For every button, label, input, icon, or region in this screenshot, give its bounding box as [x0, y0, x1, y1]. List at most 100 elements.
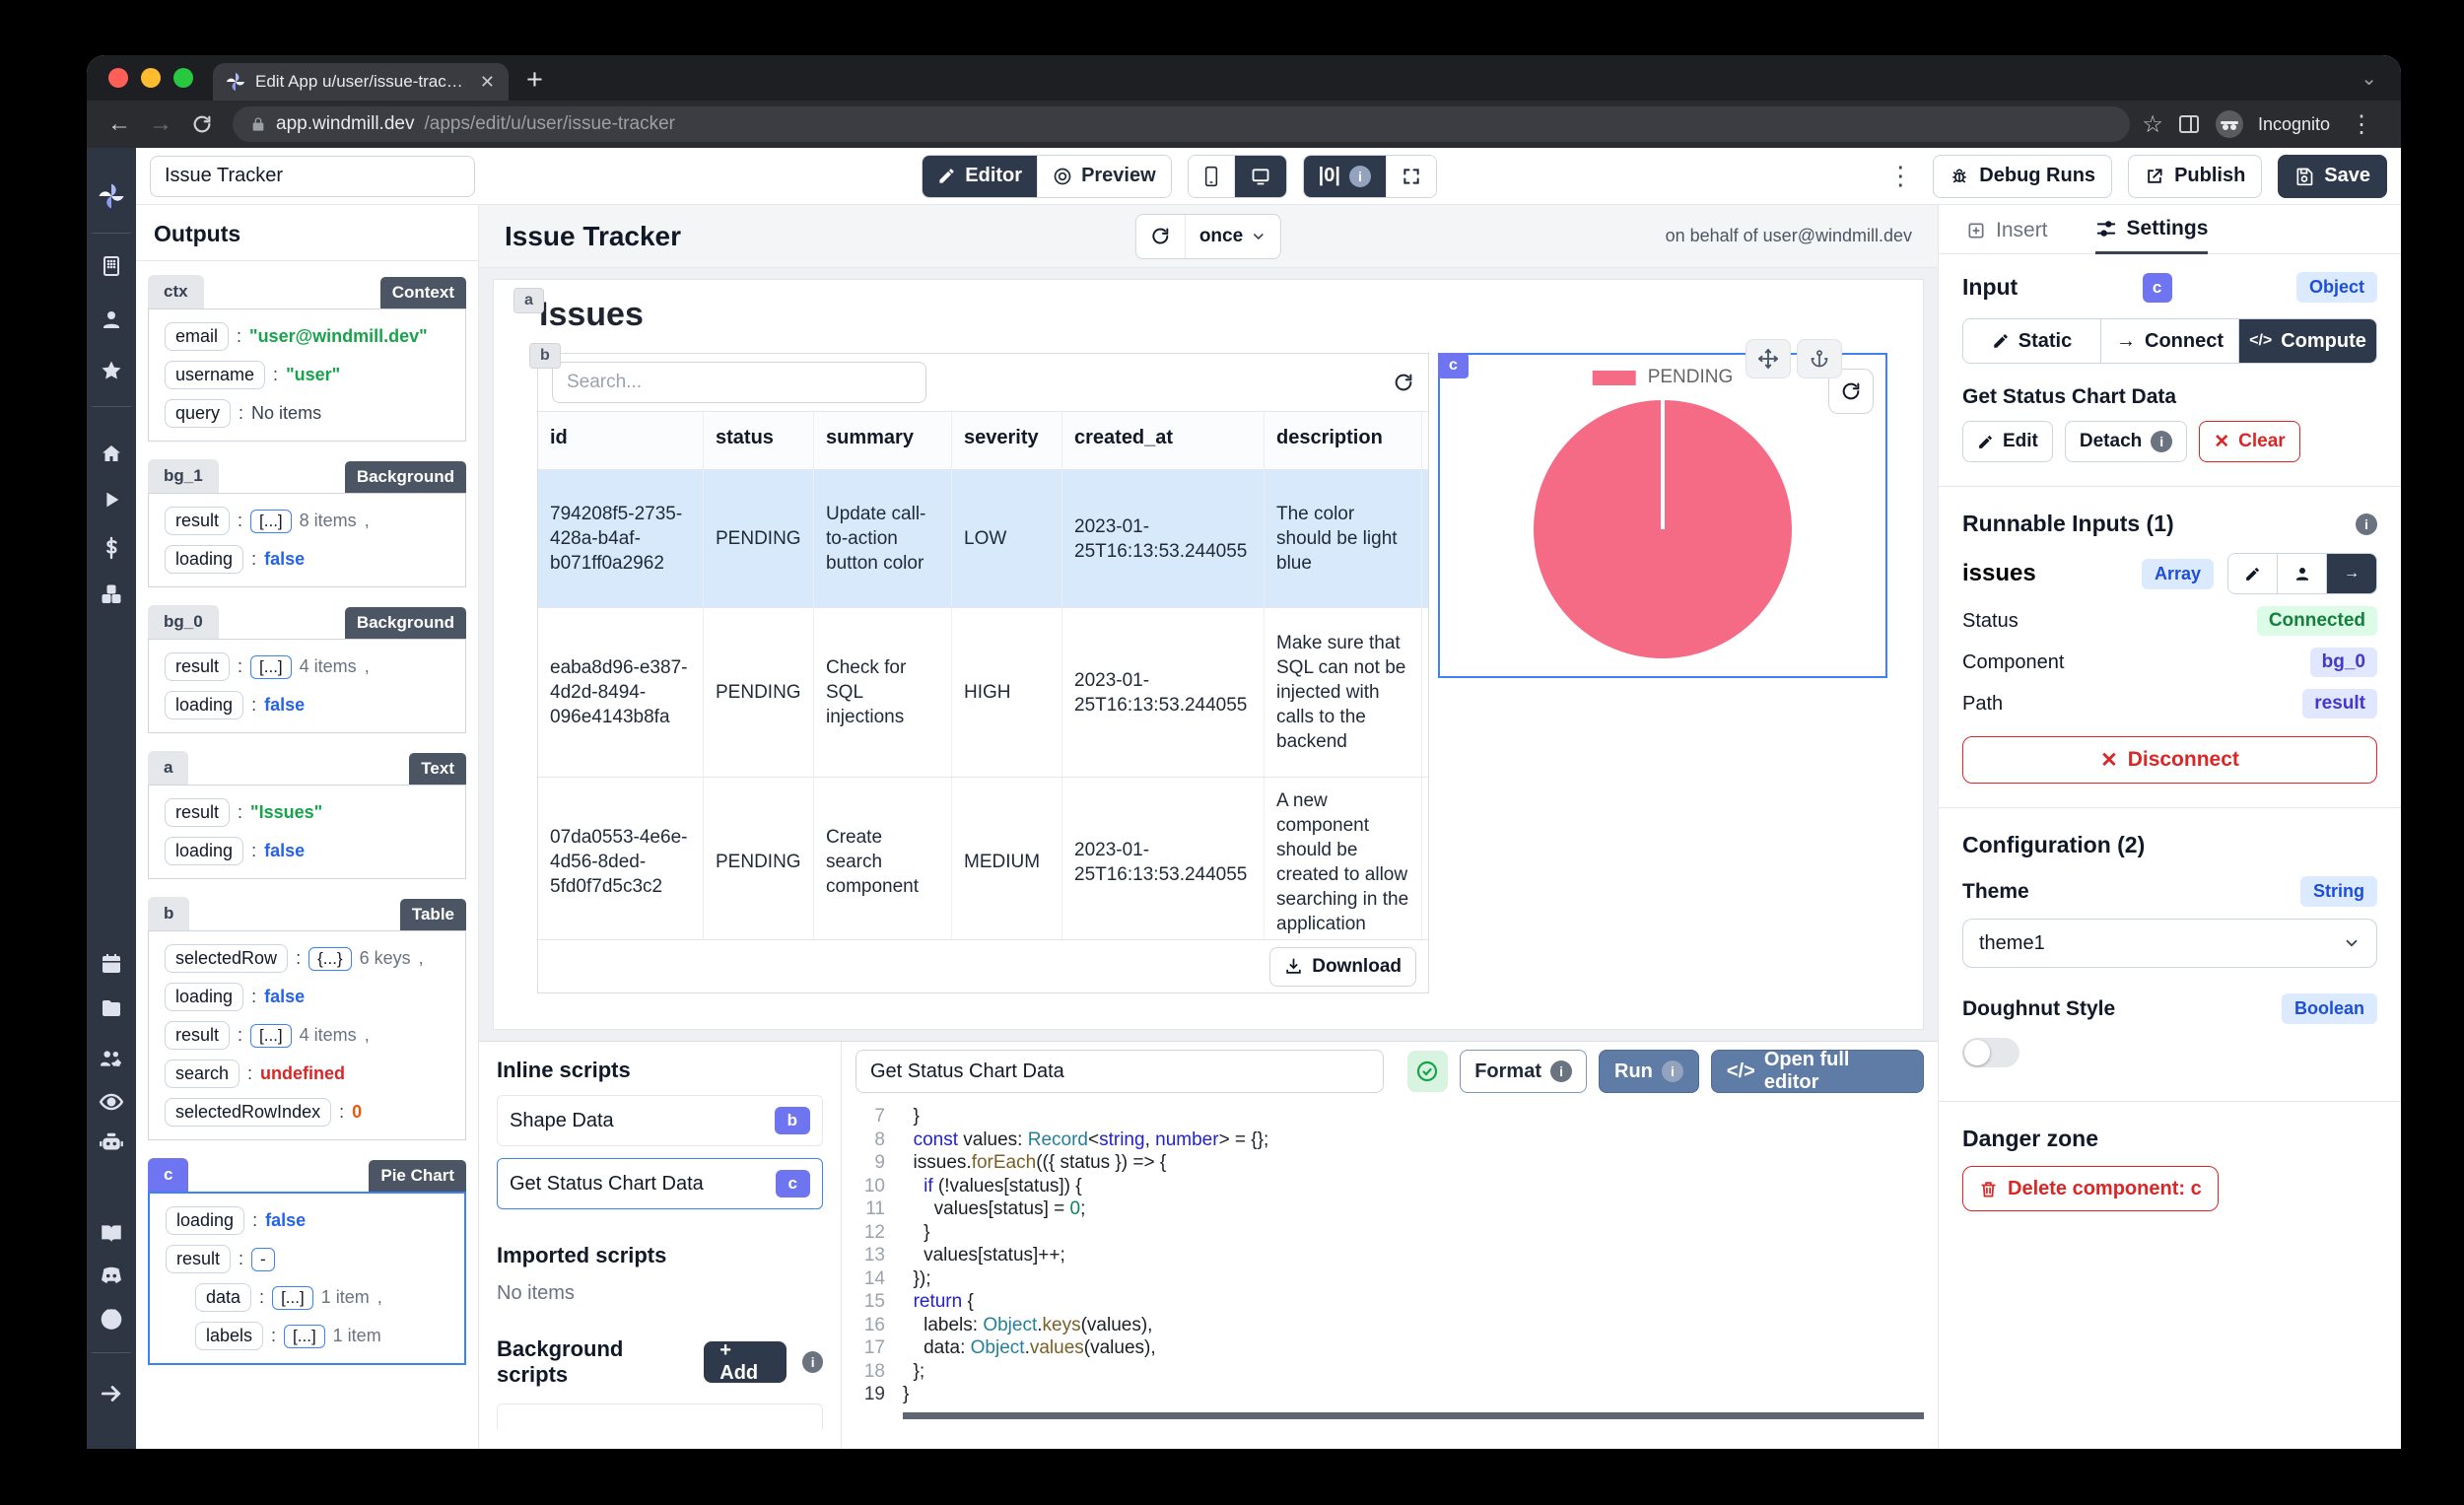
schedules-icon[interactable]	[87, 952, 136, 976]
bookmark-star-icon[interactable]: ☆	[2142, 110, 2163, 139]
billing-icon[interactable]	[87, 536, 136, 560]
output-key[interactable]: result	[165, 652, 230, 681]
back-button[interactable]: ←	[101, 105, 138, 143]
code-content[interactable]: } const values: Record<string, number> =…	[903, 1105, 1938, 1449]
workers-icon[interactable]	[87, 1130, 136, 1156]
script-name-input[interactable]	[856, 1050, 1384, 1093]
output-key[interactable]: email	[165, 322, 229, 351]
window-controls[interactable]	[87, 68, 213, 101]
reload-button[interactable]	[183, 105, 221, 143]
download-button[interactable]: Download	[1269, 947, 1416, 987]
hide-panels-button[interactable]: |0| i	[1304, 156, 1387, 197]
new-tab-button[interactable]: +	[509, 66, 561, 101]
discord-icon[interactable]	[87, 1263, 136, 1288]
schedule-dropdown[interactable]: once	[1186, 215, 1280, 258]
output-card-id[interactable]: c	[148, 1158, 188, 1192]
tab-close-icon[interactable]: ✕	[478, 72, 497, 93]
github-icon[interactable]	[87, 1306, 136, 1332]
incognito-avatar-icon[interactable]	[2215, 109, 2244, 139]
output-key[interactable]: result	[165, 507, 230, 535]
user-field-button[interactable]	[2278, 554, 2327, 593]
side-panel-icon[interactable]	[2177, 112, 2201, 136]
table-column-header[interactable]: id	[538, 412, 704, 469]
component-badge-a[interactable]: a	[513, 288, 544, 313]
home-icon[interactable]	[87, 442, 136, 465]
output-card-id[interactable]: ctx	[148, 275, 204, 308]
app-canvas[interactable]: a Issues b idstatussummaryseveritycreate…	[493, 279, 1924, 1030]
pie-legend[interactable]: PENDING	[1593, 367, 1734, 388]
output-expand-chip[interactable]: {...}	[308, 947, 352, 971]
output-key[interactable]: username	[165, 361, 265, 389]
component-badge-c[interactable]: c	[1438, 353, 1469, 378]
more-menu-icon[interactable]: ⋮	[1883, 161, 1917, 191]
table-row[interactable]: eaba8d96-e387-4d2d-8494-096e4143b8faPEND…	[538, 608, 1428, 778]
output-expand-chip[interactable]: [...]	[284, 1325, 325, 1348]
output-expand-chip[interactable]: [...]	[272, 1286, 313, 1310]
table-column-header[interactable]: description	[1265, 412, 1422, 469]
doughnut-toggle[interactable]	[1962, 1038, 2019, 1067]
delete-component-button[interactable]: Delete component: c	[1962, 1166, 2219, 1211]
horizontal-scrollbar[interactable]	[903, 1412, 1924, 1419]
docs-icon[interactable]	[87, 1221, 136, 1247]
output-key[interactable]: selectedRowIndex	[165, 1098, 331, 1127]
static-field-button[interactable]	[2228, 554, 2278, 593]
chrome-menu-icon[interactable]: ⋮	[2344, 110, 2379, 139]
compute-mode-button[interactable]: </> Compute	[2239, 319, 2376, 363]
inline-script-item[interactable]: Shape Datab	[497, 1095, 823, 1146]
debug-runs-button[interactable]: Debug Runs	[1933, 155, 2112, 198]
output-key[interactable]: result	[165, 1021, 230, 1050]
open-full-editor-button[interactable]: </>Open full editor	[1711, 1050, 1924, 1093]
output-card-id[interactable]: a	[148, 751, 188, 785]
table-column-header[interactable]: severity	[952, 412, 1062, 469]
desktop-view-button[interactable]	[1235, 156, 1286, 197]
eval-field-button[interactable]: →	[2327, 554, 2376, 593]
address-bar[interactable]: app.windmill.dev/apps/edit/u/user/issue-…	[233, 106, 2130, 142]
static-mode-button[interactable]: Static	[1963, 319, 2101, 363]
component-badge-b[interactable]: b	[529, 343, 561, 369]
folders-icon[interactable]	[87, 996, 136, 1020]
inline-script-item[interactable]: Get Status Chart Datac	[497, 1158, 823, 1209]
preview-mode-button[interactable]: Preview	[1038, 156, 1171, 197]
output-expand-chip[interactable]: [...]	[250, 1024, 292, 1048]
output-key[interactable]: result	[165, 798, 230, 827]
code-editor[interactable]: 78910111213141516171819 } const values: …	[842, 1101, 1938, 1449]
output-key[interactable]: data	[195, 1283, 251, 1312]
anchor-icon[interactable]	[1797, 339, 1842, 378]
output-key[interactable]: result	[166, 1245, 231, 1273]
output-key[interactable]: search	[165, 1060, 240, 1088]
table-refresh-icon[interactable]	[1393, 372, 1414, 393]
tab-settings[interactable]: Settings	[2095, 217, 2209, 254]
detach-button[interactable]: Detachi	[2065, 421, 2187, 462]
table-row[interactable]: 07da0553-4e6e-4d56-8ded-5fd0f7d5c3c2PEND…	[538, 778, 1428, 939]
output-key[interactable]: loading	[166, 1206, 244, 1235]
theme-select[interactable]: theme1	[1962, 919, 2377, 968]
minimize-window-button[interactable]	[141, 68, 161, 88]
output-card-id[interactable]: bg_1	[148, 459, 219, 493]
connect-mode-button[interactable]: → Connect	[2101, 319, 2239, 363]
disconnect-button[interactable]: ✕Disconnect	[1962, 736, 2377, 784]
mobile-view-button[interactable]	[1189, 156, 1235, 197]
table-column-header[interactable]: created_at	[1062, 412, 1265, 469]
run-button[interactable]: Runi	[1599, 1050, 1699, 1093]
pie-chart[interactable]	[1534, 400, 1792, 658]
audit-icon[interactable]	[87, 1089, 136, 1115]
table-column-header[interactable]: summary	[814, 412, 952, 469]
output-key[interactable]: loading	[165, 545, 243, 574]
fullscreen-button[interactable]	[1387, 156, 1436, 197]
save-button[interactable]: Save	[2278, 155, 2387, 198]
background-script-item[interactable]	[497, 1403, 823, 1429]
star-icon[interactable]	[87, 359, 136, 382]
user-icon[interactable]	[87, 308, 136, 331]
tab-insert[interactable]: Insert	[1966, 219, 2048, 253]
runs-icon[interactable]	[87, 489, 136, 511]
forward-button[interactable]: →	[142, 105, 179, 143]
output-key[interactable]: loading	[165, 691, 243, 719]
output-key[interactable]: loading	[165, 837, 243, 865]
output-key[interactable]: loading	[165, 983, 243, 1011]
output-expand-chip[interactable]: -	[251, 1248, 275, 1271]
pie-chart-component[interactable]: c PENDING	[1438, 353, 1887, 678]
output-key[interactable]: query	[165, 399, 231, 428]
clear-button[interactable]: ✕Clear	[2199, 421, 2299, 462]
publish-button[interactable]: Publish	[2128, 155, 2262, 198]
close-window-button[interactable]	[108, 68, 128, 88]
